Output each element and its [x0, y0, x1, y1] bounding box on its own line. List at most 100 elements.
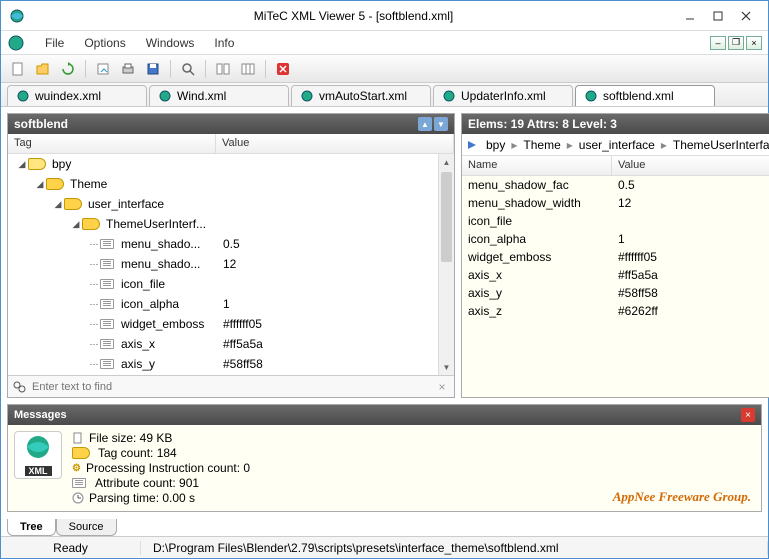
document-tab[interactable]: UpdaterInfo.xml: [433, 85, 573, 106]
prop-value: #ffffff05: [618, 250, 657, 264]
tab-label: UpdaterInfo.xml: [461, 89, 546, 103]
col-tag[interactable]: Tag: [8, 134, 216, 153]
col-name[interactable]: Name: [462, 156, 612, 175]
document-tab[interactable]: wuindex.xml: [7, 85, 147, 106]
expand-toggle[interactable]: ◢: [52, 199, 64, 210]
attr-icon: [72, 478, 86, 488]
expand-toggle[interactable]: ◢: [16, 159, 28, 170]
messages-panel: Messages × XML File size: 49 KB Tag coun…: [7, 404, 762, 512]
messages-close-button[interactable]: ×: [741, 408, 755, 422]
bottom-tabs: Tree Source: [1, 514, 768, 536]
property-row[interactable]: axis_y#58ff58: [462, 284, 769, 302]
document-tab[interactable]: vmAutoStart.xml: [291, 85, 431, 106]
maximize-button[interactable]: [704, 6, 732, 26]
mdi-restore-button[interactable]: ❐: [728, 36, 744, 50]
tree-node-attr[interactable]: ⋯axis_x#ff5a5a: [8, 334, 454, 354]
scroll-thumb[interactable]: [441, 172, 452, 262]
document-tab[interactable]: Wind.xml: [149, 85, 289, 106]
tree-node-attr[interactable]: ⋯icon_alpha1: [8, 294, 454, 314]
prop-name: menu_shadow_width: [468, 196, 618, 210]
new-button[interactable]: [7, 58, 29, 80]
menu-info[interactable]: Info: [204, 33, 244, 53]
property-row[interactable]: axis_z#6262ff: [462, 302, 769, 320]
node-label: ThemeUserInterf...: [106, 217, 206, 231]
scroll-down-icon[interactable]: ▼: [439, 359, 454, 375]
tree-node-attr[interactable]: ⋯icon_file: [8, 274, 454, 294]
tree-node-attr[interactable]: ⋯menu_shado...12: [8, 254, 454, 274]
prop-name: axis_z: [468, 304, 618, 318]
detail-panel: Elems: 19 Attrs: 8 Level: 3 bpy▸Theme▸us…: [461, 113, 769, 398]
attr-icon: [100, 339, 114, 349]
property-list[interactable]: menu_shadow_fac0.5menu_shadow_width12ico…: [462, 176, 769, 397]
tag-icon: [28, 158, 46, 170]
mdi-minimize-button[interactable]: –: [710, 36, 726, 50]
breadcrumb-icon[interactable]: [466, 139, 478, 151]
tab-tree[interactable]: Tree: [7, 519, 56, 536]
menu-windows[interactable]: Windows: [136, 33, 205, 53]
breadcrumb-item[interactable]: ThemeUserInterface: [669, 136, 769, 154]
col-value[interactable]: Value: [216, 134, 454, 153]
messages-title: Messages: [14, 409, 741, 421]
layout-button[interactable]: [212, 58, 234, 80]
tab-label: softblend.xml: [603, 89, 674, 103]
minimize-button[interactable]: [676, 6, 704, 26]
tree-dash: ⋯: [88, 259, 100, 270]
prop-name: axis_y: [468, 286, 618, 300]
attr-icon: [100, 299, 114, 309]
print-button[interactable]: [117, 58, 139, 80]
tree-node-attr[interactable]: ⋯axis_z#6262ff: [8, 374, 454, 375]
property-row[interactable]: icon_file: [462, 212, 769, 230]
close-file-button[interactable]: [272, 58, 294, 80]
close-button[interactable]: [732, 6, 760, 26]
menu-file[interactable]: File: [35, 33, 74, 53]
node-value: #ff5a5a: [216, 337, 454, 351]
export-button[interactable]: [92, 58, 114, 80]
tab-source[interactable]: Source: [56, 519, 117, 536]
message-stats: File size: 49 KB Tag count: 184 ⚙Process…: [72, 431, 250, 505]
document-tab[interactable]: softblend.xml: [575, 85, 715, 106]
tree-node-tag[interactable]: ◢Theme: [8, 174, 454, 194]
property-row[interactable]: menu_shadow_fac0.5: [462, 176, 769, 194]
attr-icon: [100, 359, 114, 369]
columns-button[interactable]: [237, 58, 259, 80]
app-icon-small: [7, 34, 25, 52]
prop-name: widget_emboss: [468, 250, 618, 264]
tree-node-attr[interactable]: ⋯axis_y#58ff58: [8, 354, 454, 374]
tree-node-attr[interactable]: ⋯menu_shado...0.5: [8, 234, 454, 254]
pi-icon: ⚙: [72, 463, 81, 474]
save-button[interactable]: [142, 58, 164, 80]
xml-tree[interactable]: ◢bpy◢Theme◢user_interface◢ThemeUserInter…: [8, 154, 454, 375]
title-bar: MiTeC XML Viewer 5 - [softblend.xml]: [1, 1, 768, 31]
open-button[interactable]: [32, 58, 54, 80]
tree-node-attr[interactable]: ⋯widget_emboss#ffffff05: [8, 314, 454, 334]
col-value-right[interactable]: Value: [612, 156, 769, 175]
clock-icon: [72, 492, 84, 504]
sort-desc-button[interactable]: ▼: [434, 117, 448, 131]
prop-value: 0.5: [618, 178, 635, 192]
mdi-close-button[interactable]: ×: [746, 36, 762, 50]
search-icon: [12, 380, 26, 394]
tree-node-tag[interactable]: ◢ bpy: [8, 154, 454, 174]
tree-node-tag[interactable]: ◢user_interface: [8, 194, 454, 214]
breadcrumb-item[interactable]: bpy: [482, 136, 509, 154]
file-icon: [72, 432, 84, 444]
breadcrumb-item[interactable]: Theme: [519, 136, 564, 154]
expand-toggle[interactable]: ◢: [34, 179, 46, 190]
property-row[interactable]: axis_x#ff5a5a: [462, 266, 769, 284]
property-row[interactable]: icon_alpha1: [462, 230, 769, 248]
tab-label: Wind.xml: [177, 89, 226, 103]
menu-options[interactable]: Options: [74, 33, 135, 53]
search-input[interactable]: [30, 379, 434, 395]
property-row[interactable]: widget_emboss#ffffff05: [462, 248, 769, 266]
expand-toggle[interactable]: ◢: [70, 219, 82, 230]
tree-node-tag[interactable]: ◢ ThemeUserInterf...: [8, 214, 454, 234]
breadcrumb-item[interactable]: user_interface: [575, 136, 659, 154]
refresh-button[interactable]: [57, 58, 79, 80]
sort-asc-button[interactable]: ▲: [418, 117, 432, 131]
scroll-up-icon[interactable]: ▲: [439, 154, 454, 170]
clear-search-button[interactable]: ×: [434, 379, 450, 395]
search-button[interactable]: [177, 58, 199, 80]
property-row[interactable]: menu_shadow_width12: [462, 194, 769, 212]
node-label: bpy: [52, 157, 71, 171]
tree-scrollbar[interactable]: ▲ ▼: [438, 154, 454, 375]
